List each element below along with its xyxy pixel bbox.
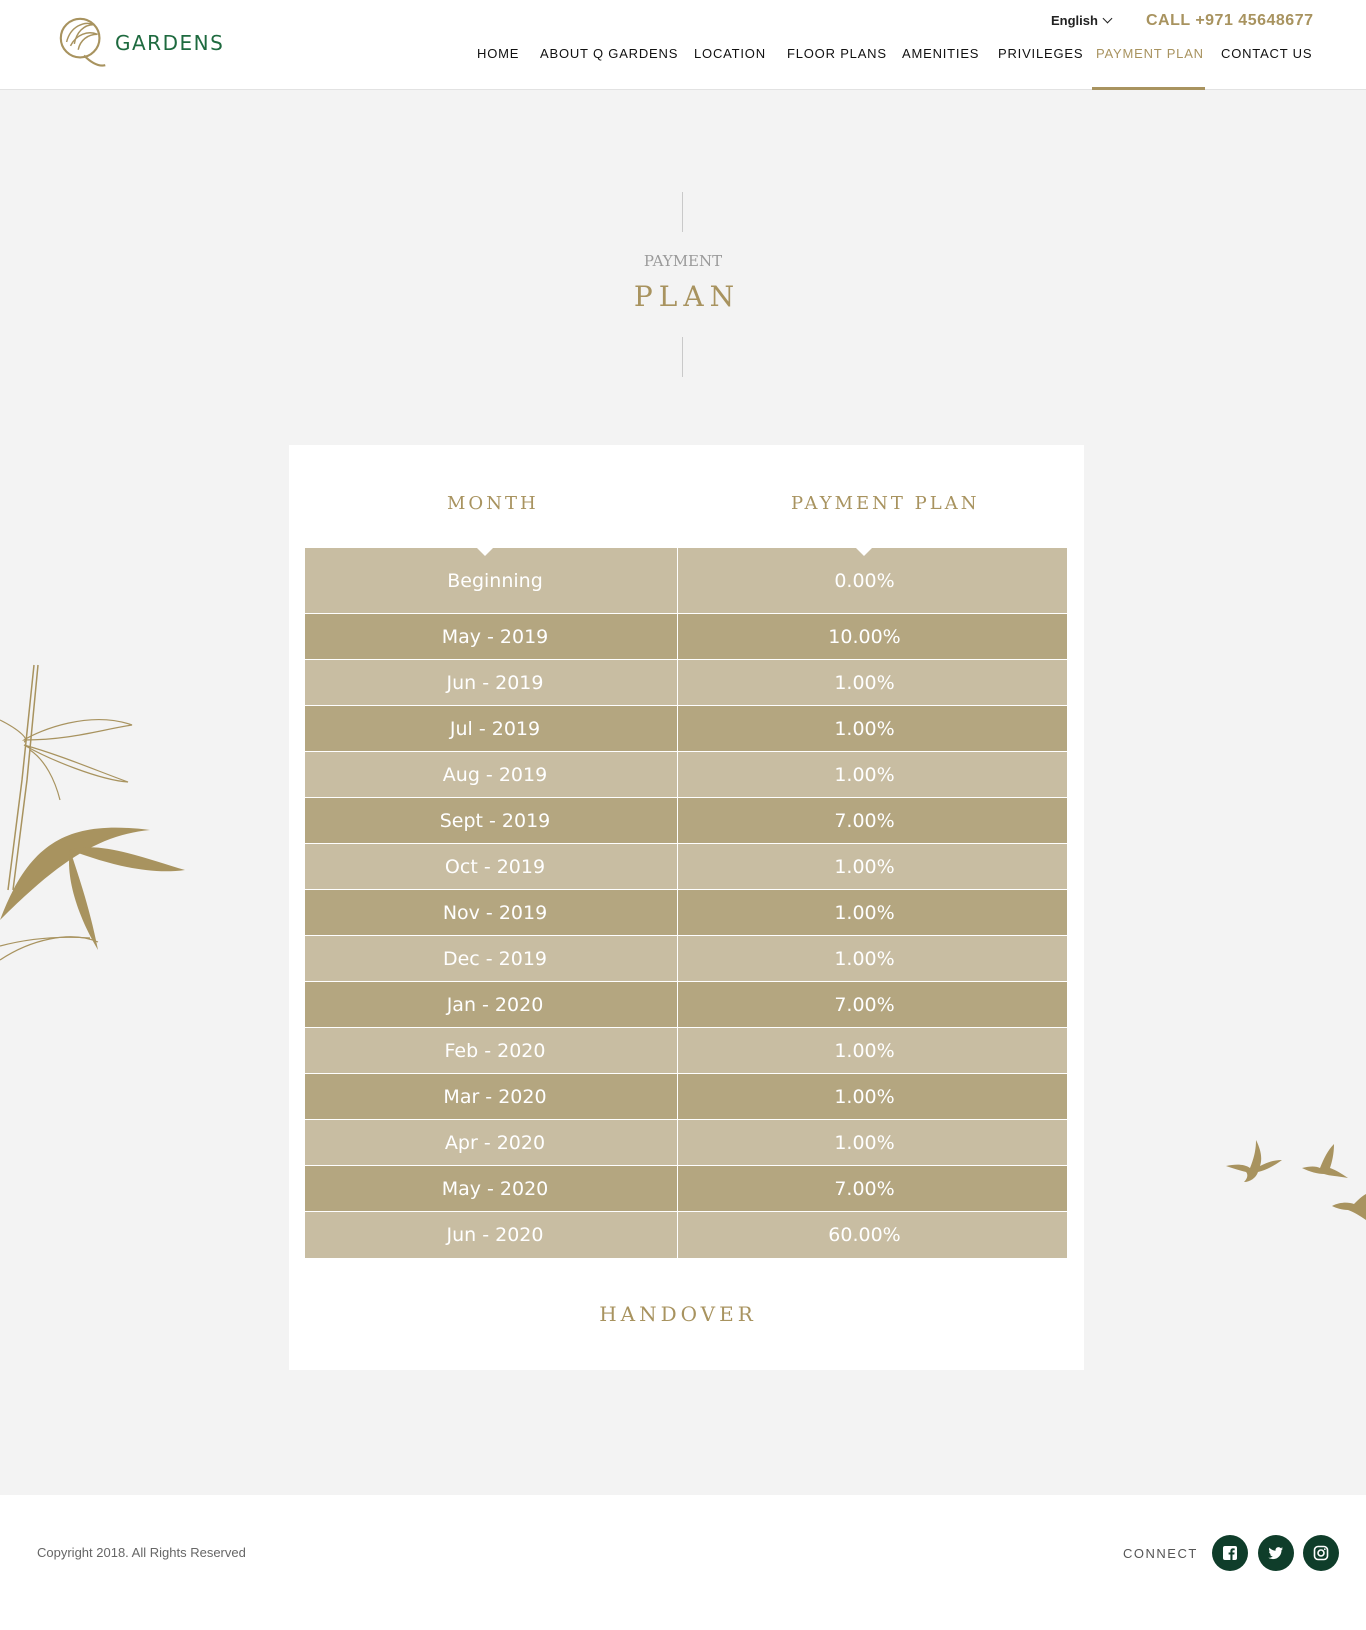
nav-home[interactable]: HOME [477,46,519,90]
month-cell: May - 2019 [305,614,678,659]
table-row: Sept - 2019 7.00% [305,798,1067,844]
call-link[interactable]: CALL +971 45648677 [1146,12,1313,30]
chevron-down-icon [1102,13,1113,24]
main-nav: HOME ABOUT Q GARDENS LOCATION FLOOR PLAN… [0,46,1366,90]
bamboo-illustration [0,664,185,961]
month-cell: Apr - 2020 [305,1120,678,1165]
table-row: Dec - 2019 1.00% [305,936,1067,982]
month-notch [477,548,493,556]
month-cell: Mar - 2020 [305,1074,678,1119]
page-title: PLAN [633,280,741,313]
month-cell: May - 2020 [305,1166,678,1211]
nav-privileges[interactable]: PRIVILEGES [998,46,1083,90]
site-header: GARDENS English CALL +971 45648677 HOME … [0,0,1366,90]
plan-cell: 1.00% [834,763,895,786]
plan-cell: 60.00% [828,1224,901,1246]
nav-contact-us[interactable]: CONTACT US [1221,46,1312,90]
copyright-text: Copyright 2018. All Rights Reserved [37,1545,246,1560]
plan-cell: 1.00% [834,901,895,924]
table-row: Jul - 2019 1.00% [305,706,1067,752]
table-row: Jun - 2019 1.00% [305,660,1067,706]
nav-floor-plans[interactable]: FLOOR PLANS [787,46,887,90]
table-row: Jan - 2020 7.00% [305,982,1067,1028]
handover-label: HANDOVER [599,1302,757,1326]
plan-cell: 0.00% [834,569,895,592]
nav-location[interactable]: LOCATION [694,46,766,90]
plan-cell: 1.00% [834,671,895,694]
plan-notch [856,548,872,556]
facebook-button[interactable] [1212,1535,1248,1571]
plan-cell: 7.00% [834,809,895,832]
page-subtitle: PAYMENT [643,252,723,270]
nav-payment-plan[interactable]: PAYMENT PLAN [1092,46,1205,90]
table-row: Oct - 2019 1.00% [305,844,1067,890]
site-footer: Copyright 2018. All Rights Reserved CONN… [0,1495,1366,1630]
twitter-button[interactable] [1258,1535,1294,1571]
month-cell: Nov - 2019 [305,890,678,935]
table-row: Mar - 2020 1.00% [305,1074,1067,1120]
table-row: Nov - 2019 1.00% [305,890,1067,936]
month-cell: Jun - 2020 [305,1212,678,1258]
table-row: Feb - 2020 1.00% [305,1028,1067,1074]
plan-cell: 1.00% [834,1039,895,1062]
table-row: May - 2019 10.00% [305,614,1067,660]
month-cell: Jul - 2019 [305,706,678,751]
plan-cell: 7.00% [834,1177,895,1200]
plan-cell: 1.00% [834,717,895,740]
payment-plan-card: MONTH PAYMENT PLAN Beginning 0.00% May -… [289,445,1084,1370]
table-row: May - 2020 7.00% [305,1166,1067,1212]
connect-label: CONNECT [1123,1546,1198,1561]
instagram-button[interactable] [1303,1535,1339,1571]
table-row: Aug - 2019 1.00% [305,752,1067,798]
table-row: Jun - 2020 60.00% [305,1212,1067,1258]
plan-cell: 1.00% [834,1131,895,1154]
month-cell: Oct - 2019 [305,844,678,889]
facebook-icon [1223,1546,1237,1560]
month-cell: Dec - 2019 [305,936,678,981]
month-cell: Beginning [305,548,678,613]
month-cell: Aug - 2019 [305,752,678,797]
plan-cell: 1.00% [834,947,895,970]
month-column-header: MONTH [447,493,539,514]
payment-table: Beginning 0.00% May - 2019 10.00% Jun - … [305,548,1067,1258]
twitter-icon [1268,1547,1283,1560]
title-line-bottom [682,337,683,377]
month-cell: Feb - 2020 [305,1028,678,1073]
language-label: English [1051,13,1098,28]
language-selector[interactable]: English [1051,13,1113,28]
payment-plan-column-header: PAYMENT PLAN [791,493,980,514]
month-cell: Jan - 2020 [305,982,678,1027]
plan-cell: 10.00% [828,625,901,648]
nav-amenities[interactable]: AMENITIES [902,46,979,90]
nav-about[interactable]: ABOUT Q GARDENS [540,46,678,90]
instagram-icon [1313,1545,1329,1561]
table-row: Beginning 0.00% [305,548,1067,614]
table-row: Apr - 2020 1.00% [305,1120,1067,1166]
plan-cell: 1.00% [834,1085,895,1108]
month-cell: Sept - 2019 [305,798,678,843]
plan-cell: 7.00% [834,993,895,1016]
birds-illustration [1226,1140,1366,1220]
plan-cell: 1.00% [834,855,895,878]
month-cell: Jun - 2019 [305,660,678,705]
title-line-top [682,192,683,232]
